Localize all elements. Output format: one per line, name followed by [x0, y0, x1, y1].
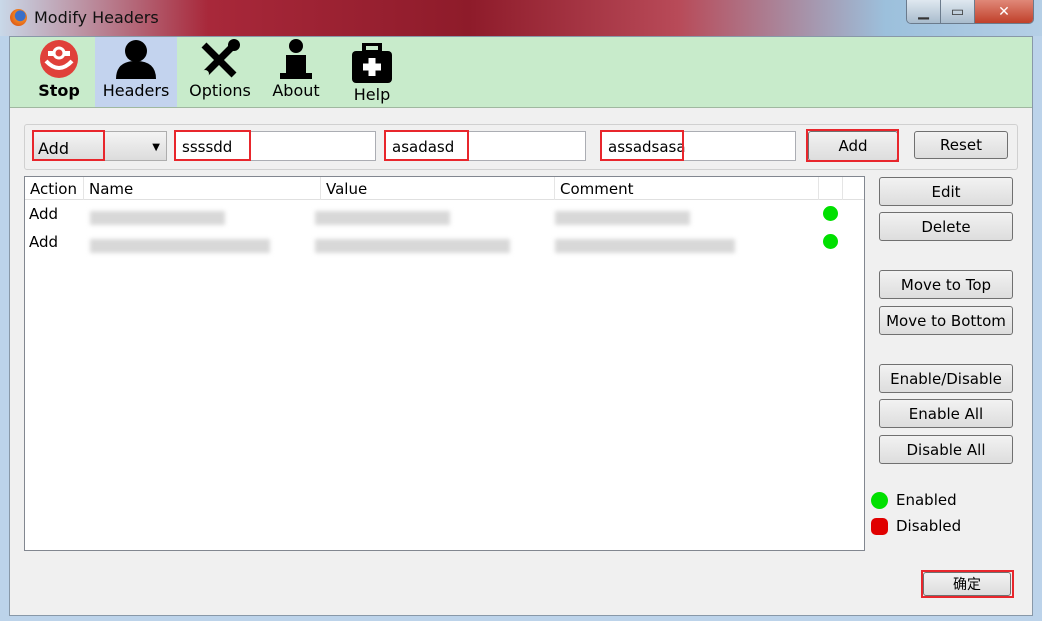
disable-all-button[interactable]: Disable All: [879, 435, 1013, 464]
user-icon: [114, 37, 158, 81]
legend-label: Disabled: [896, 517, 962, 535]
close-button[interactable]: ✕: [975, 0, 1033, 23]
row-action: Add: [29, 205, 59, 223]
column-name[interactable]: Name: [84, 177, 321, 200]
enable-all-button[interactable]: Enable All: [879, 399, 1013, 428]
toolbar-label: Help: [353, 85, 391, 104]
toolbar-label: Stop: [38, 81, 80, 100]
row-action: Add: [29, 233, 59, 251]
column-status[interactable]: [819, 177, 843, 200]
title-bar: Modify Headers ▁ ▭ ✕: [0, 0, 1042, 36]
column-comment[interactable]: Comment: [555, 177, 819, 200]
highlight: [806, 129, 899, 162]
highlight: [384, 130, 469, 161]
legend-disabled: Disabled: [871, 517, 961, 535]
redacted-comment: [555, 239, 735, 253]
column-action[interactable]: Action: [25, 177, 84, 200]
redacted-comment: [555, 211, 690, 225]
table-header: Action Name Value Comment: [25, 177, 864, 200]
chevron-down-icon: ▼: [152, 142, 160, 153]
table-row[interactable]: Add: [25, 229, 864, 257]
move-to-top-button[interactable]: Move to Top: [879, 270, 1013, 299]
move-to-bottom-button[interactable]: Move to Bottom: [879, 306, 1013, 335]
minimize-button[interactable]: ▁: [907, 0, 941, 23]
delete-button[interactable]: Delete: [879, 212, 1013, 241]
redacted-name: [90, 239, 270, 253]
column-value[interactable]: Value: [321, 177, 555, 200]
redacted-value: [315, 211, 450, 225]
header-input-row: Add ▼ ssssdd asadasd assadsasa Add Reset: [24, 124, 1018, 170]
toolbar-stop[interactable]: Stop: [24, 37, 94, 107]
edit-button[interactable]: Edit: [879, 177, 1013, 206]
window-title: Modify Headers: [34, 8, 159, 27]
firefox-icon: [10, 9, 27, 26]
toolbar-label: Headers: [102, 81, 170, 100]
highlight: [921, 570, 1014, 598]
redacted-name: [90, 211, 225, 225]
legend-enabled: Enabled: [871, 491, 957, 509]
legend-label: Enabled: [896, 491, 957, 509]
enabled-status-icon: [823, 234, 838, 249]
redacted-value: [315, 239, 510, 253]
toolbar-label: About: [272, 81, 320, 100]
tools-icon: [198, 37, 242, 81]
enable-disable-button[interactable]: Enable/Disable: [879, 364, 1013, 393]
maximize-button[interactable]: ▭: [941, 0, 975, 23]
headers-table: Action Name Value Comment Add Add: [24, 176, 865, 551]
table-row[interactable]: Add: [25, 201, 864, 229]
disabled-icon: [871, 517, 888, 535]
highlight: [174, 130, 251, 161]
enabled-icon: [871, 491, 888, 509]
highlight: [600, 130, 684, 161]
reset-button[interactable]: Reset: [914, 131, 1008, 159]
stop-icon: [38, 37, 80, 81]
toolbar-label: Options: [189, 81, 251, 100]
first-aid-icon: [351, 41, 393, 85]
highlight: [32, 130, 105, 161]
info-icon: [276, 37, 316, 81]
toolbar: Stop Headers Options About Help: [10, 37, 1032, 108]
toolbar-headers[interactable]: Headers: [95, 37, 177, 107]
enabled-status-icon: [823, 206, 838, 221]
main-window: Stop Headers Options About Help Add ▼ sss…: [9, 36, 1033, 616]
toolbar-about[interactable]: About: [266, 37, 326, 107]
toolbar-help[interactable]: Help: [342, 37, 402, 107]
toolbar-options[interactable]: Options: [185, 37, 255, 107]
